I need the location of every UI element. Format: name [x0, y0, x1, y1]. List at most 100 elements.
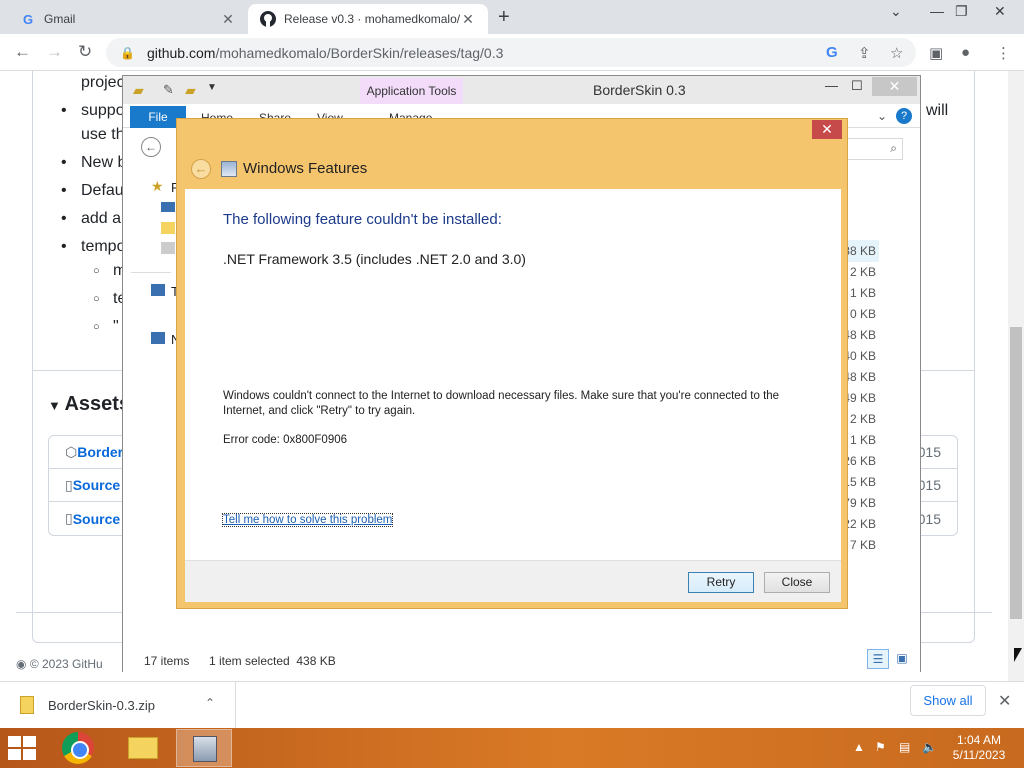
feature-name: .NET Framework 3.5 (includes .NET 2.0 an… [223, 251, 526, 267]
close-icon[interactable]: ✕ [998, 691, 1011, 711]
search-icon: ⌕ [890, 141, 897, 155]
windows-logo-icon [8, 736, 21, 747]
folder-icon [128, 737, 158, 759]
system-clock[interactable]: 1:04 AM 5/11/2023 [948, 733, 1010, 763]
address-bar[interactable]: 🔒 github.com/mohamedkomalo/BorderSkin/re… [106, 38, 916, 67]
url-path: /mohamedkomalo/BorderSkin/releases/tag/0… [215, 44, 504, 61]
volume-icon[interactable]: 🔈 [922, 740, 937, 754]
search-box[interactable]: ⌕ [843, 138, 903, 160]
restore-icon[interactable]: ❐ [955, 3, 968, 20]
file-zip-icon: ▯ [65, 476, 73, 493]
side-panel-icon[interactable]: ▣ [929, 44, 943, 62]
recent-places-icon [161, 242, 175, 254]
mouse-cursor-icon [1014, 648, 1022, 662]
help-link[interactable]: Tell me how to solve this problem [221, 513, 394, 527]
footer: ◉ © 2023 GitHu [16, 657, 103, 671]
download-item[interactable]: BorderSkin-0.3.zip ⌃ [0, 682, 236, 728]
back-icon[interactable]: ← [191, 159, 211, 179]
back-icon[interactable]: ← [14, 42, 31, 62]
chrome-icon [62, 732, 94, 764]
list-item: • add a [61, 210, 122, 227]
close-icon[interactable]: ✕ [872, 77, 917, 96]
show-hidden-icons-icon[interactable]: ▲ [853, 740, 865, 754]
dialog-footer: Retry Close [185, 560, 841, 602]
tab-release[interactable]: Release v0.3 · mohamedkomalo/BorderSkin … [248, 4, 488, 34]
list-item: • New b [61, 154, 127, 171]
google-translate-icon[interactable]: G [826, 44, 838, 61]
close-window-icon[interactable]: ✕ [994, 3, 1006, 20]
google-icon: G [22, 11, 34, 27]
taskbar-chrome[interactable] [50, 729, 106, 767]
taskbar-windows-features[interactable] [176, 729, 232, 767]
downloads-icon [161, 222, 175, 234]
download-filename: BorderSkin-0.3.zip [48, 697, 155, 713]
tab-title: Release v0.3 · mohamedkomalo/BorderSkin [284, 12, 460, 26]
details-view-icon[interactable]: ☰ [867, 649, 889, 669]
chevron-up-icon[interactable]: ⌃ [205, 696, 215, 710]
profile-icon[interactable]: ● [961, 44, 970, 61]
scrollbar-thumb[interactable] [1010, 327, 1022, 619]
quick-access-dropdown-icon[interactable]: ▼ [207, 82, 217, 93]
bookmark-star-icon[interactable]: ☆ [890, 44, 903, 62]
release-notes-text: will [926, 102, 949, 119]
close-tab-icon[interactable]: ✕ [220, 11, 236, 28]
menu-icon[interactable]: ⋮ [996, 44, 1011, 62]
github-icon [260, 11, 276, 27]
network-icon[interactable]: ▤ [899, 740, 910, 754]
help-icon[interactable]: ? [896, 108, 912, 124]
action-center-flag-icon[interactable]: ⚑ [875, 740, 886, 754]
application-tools-label: Application Tools [360, 78, 463, 104]
maximize-icon[interactable]: ☐ [851, 78, 863, 94]
close-button[interactable]: Close [764, 572, 830, 593]
list-item: ○ " [93, 318, 119, 335]
package-icon: ⬡ [65, 443, 78, 460]
properties-icon[interactable]: ✎ [163, 82, 174, 98]
item-count: 17 items [144, 654, 190, 668]
start-button[interactable] [8, 736, 38, 760]
chevron-down-icon[interactable]: ⌄ [877, 109, 887, 123]
clock-time: 1:04 AM [956, 733, 1002, 747]
chevron-down-icon[interactable]: ⌄ [890, 3, 902, 20]
file-zip-icon: ▯ [65, 510, 73, 526]
zip-file-icon [20, 696, 34, 714]
windows-taskbar: ▲ ⚑ ▤ 🔈 1:04 AM 5/11/2023 [0, 728, 1024, 768]
close-tab-icon[interactable]: ✕ [460, 11, 476, 28]
error-code: Error code: 0x800F0906 [223, 434, 348, 446]
back-icon[interactable]: ← [141, 137, 161, 157]
browser-tab-strip: G Gmail ✕ Release v0.3 · mohamedkomalo/B… [0, 0, 1024, 34]
windows-features-icon [193, 736, 217, 762]
new-folder-icon[interactable]: ▰ [185, 82, 196, 99]
retry-button[interactable]: Retry [688, 572, 754, 593]
explorer-statusbar: 17 items 1 item selected 438 KB ☰ ▣ [123, 646, 920, 672]
network-icon [151, 332, 165, 344]
star-icon: ★ [151, 178, 164, 194]
selection-info: 1 item selected 438 KB [209, 654, 336, 668]
new-tab-icon[interactable]: + [498, 6, 510, 29]
list-item: • Defau [61, 182, 124, 199]
list-item: • suppo [61, 102, 125, 119]
share-icon[interactable]: ⇪ [858, 44, 871, 62]
url-host: github.com [146, 44, 216, 61]
divider [131, 272, 171, 273]
large-icons-view-icon[interactable]: ▣ [893, 649, 911, 669]
explorer-titlebar: ▰ ✎ ▰ ▼ Application Tools BorderSkin 0.3… [123, 76, 920, 104]
assets-heading[interactable]: ▼ Assets [48, 393, 130, 416]
windows-features-icon [221, 161, 237, 177]
tab-gmail[interactable]: G Gmail ✕ [8, 4, 248, 34]
forward-icon[interactable]: → [46, 42, 63, 62]
folder-icon: ▰ [133, 82, 144, 98]
minimize-icon[interactable]: — [930, 3, 944, 19]
lock-icon[interactable]: 🔒 [120, 46, 135, 60]
close-icon[interactable]: ✕ [812, 120, 842, 139]
explorer-title: BorderSkin 0.3 [593, 82, 686, 98]
list-item: projec [81, 74, 125, 91]
list-item: • tempo [61, 238, 126, 255]
list-item: use th [81, 126, 125, 143]
dialog-header: ← Windows Features [185, 149, 841, 189]
reload-icon[interactable]: ↻ [78, 42, 92, 62]
taskbar-file-explorer[interactable] [114, 729, 170, 767]
browser-toolbar: ← → ↻ 🔒 github.com/mohamedkomalo/BorderS… [0, 34, 1024, 71]
show-all-button[interactable]: Show all [910, 685, 986, 716]
minimize-icon[interactable]: — [825, 78, 838, 93]
error-heading: The following feature couldn't be instal… [223, 211, 502, 228]
